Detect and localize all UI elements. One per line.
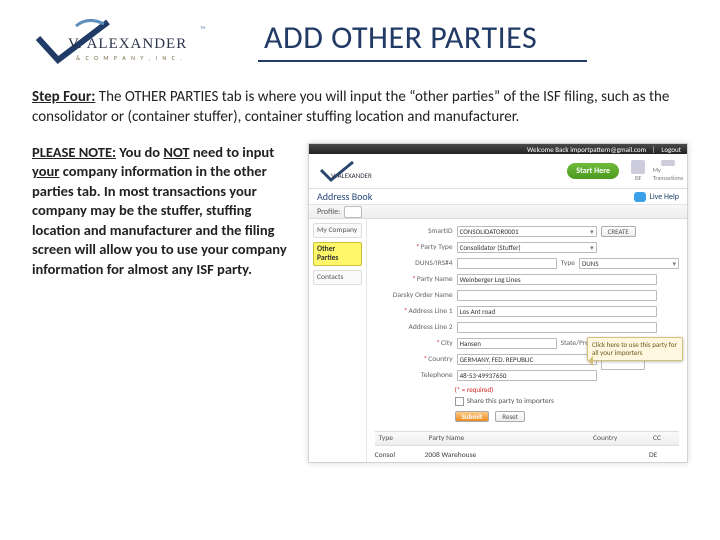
callout-tip: Click here to use this party for all you… — [587, 337, 683, 361]
tab-my-company[interactable]: My Company — [313, 223, 362, 238]
party-name-input[interactable]: Weinberger Log Lines — [457, 274, 657, 285]
address2-input[interactable] — [457, 322, 657, 333]
dba-input[interactable] — [457, 290, 657, 301]
table-row[interactable]: Consol 2008 Warehouse DE — [375, 449, 679, 462]
party-type-select[interactable]: Consolidator (Stuffer) — [457, 242, 597, 253]
company-logo: V. ALEXANDER & C O M P A N Y , I N C . ™ — [28, 10, 208, 70]
app-screenshot: Welcome Back importpattern@gmail.com | L… — [308, 143, 688, 463]
please-note: PLEASE NOTE: You do NOT need to input yo… — [32, 143, 292, 279]
city-input[interactable]: Hansen — [457, 338, 557, 349]
logout-link[interactable]: Logout — [661, 145, 681, 154]
live-help-link[interactable]: Live Help — [634, 192, 679, 202]
smartid-input[interactable]: CONSOLIDATOR0001 — [457, 226, 597, 237]
telephone-input[interactable]: 48-53-49937650 — [457, 370, 597, 381]
required-note: (* = required) — [375, 385, 679, 394]
page-title: ADD OTHER PARTIES — [258, 18, 587, 62]
step-text: Step Four: The OTHER PARTIES tab is wher… — [32, 88, 688, 127]
nav-isf[interactable]: ISF — [627, 160, 649, 182]
chat-icon — [634, 192, 646, 202]
tab-contacts[interactable]: Contacts — [313, 270, 362, 285]
share-checkbox[interactable] — [455, 397, 464, 406]
svg-text:V. ALEXANDER: V. ALEXANDER — [331, 171, 372, 180]
start-here-button[interactable]: Start Here — [567, 163, 619, 179]
svg-text:& C O M P A N Y , I N C .: & C O M P A N Y , I N C . — [76, 54, 184, 62]
duns-input[interactable] — [457, 258, 557, 269]
topbar: Welcome Back importpattern@gmail.com | L… — [309, 144, 687, 154]
country-select[interactable]: GERMANY, FED. REPUBLIC — [457, 354, 597, 365]
submit-button[interactable]: Submit — [455, 411, 490, 422]
reset-button[interactable]: Reset — [495, 411, 525, 422]
create-button[interactable]: CREATE — [601, 226, 636, 237]
side-tabs: My Company Other Parties Contacts — [309, 219, 367, 462]
nav-my-transactions[interactable]: My Transactions — [657, 160, 679, 182]
party-form: SmartID CONSOLIDATOR0001 CREATE Party Ty… — [367, 219, 687, 462]
duns-type-select[interactable]: DUNS — [579, 258, 679, 269]
address1-input[interactable]: Los Ant road — [457, 306, 657, 317]
results-table-header: Type Party Name Country CC — [375, 431, 679, 446]
brand-logo: V. ALEXANDER — [317, 156, 387, 186]
section-title: Address Book — [317, 190, 372, 203]
svg-text:V. ALEXANDER: V. ALEXANDER — [68, 36, 187, 52]
profile-select[interactable] — [344, 206, 362, 218]
profile-label: Profile: — [317, 207, 340, 217]
tab-other-parties[interactable]: Other Parties — [313, 242, 362, 266]
svg-text:™: ™ — [200, 25, 206, 35]
